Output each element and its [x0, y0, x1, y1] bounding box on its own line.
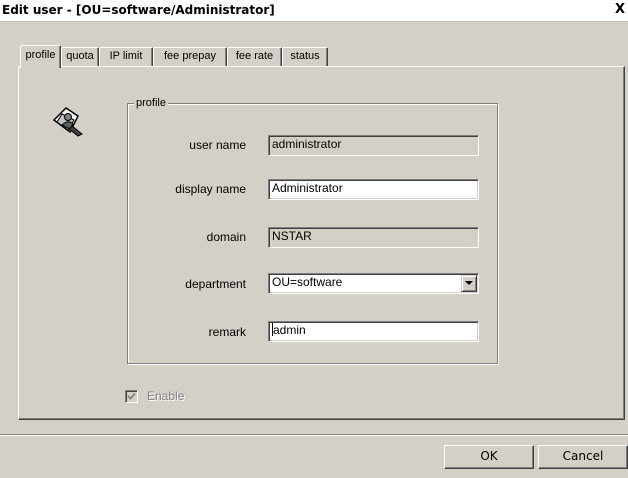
tab-fee-rate[interactable]: fee rate — [227, 47, 282, 66]
user-name-field[interactable]: administrator — [268, 135, 479, 156]
domain-field[interactable]: NSTAR — [268, 227, 479, 248]
display-name-field[interactable]: Administrator — [268, 179, 479, 200]
tab-ip-limit[interactable]: IP limit — [99, 47, 153, 66]
tab-profile[interactable]: profile — [20, 45, 61, 68]
remark-field[interactable]: admin — [268, 321, 479, 342]
title-bar[interactable]: Edit user - [OU=software/Administrator] … — [0, 0, 628, 22]
department-label: department — [185, 277, 246, 291]
tab-quota[interactable]: quota — [61, 47, 99, 66]
checkmark-icon — [127, 392, 136, 400]
remark-value: admin — [273, 323, 306, 337]
profile-group-label: profile — [134, 96, 168, 110]
domain-label: domain — [206, 230, 246, 244]
cancel-button[interactable]: Cancel — [538, 445, 628, 469]
ok-button[interactable]: OK — [444, 445, 534, 469]
display-name-label: display name — [175, 182, 246, 196]
chevron-down-icon[interactable] — [461, 275, 477, 292]
tab-fee-prepay[interactable]: fee prepay — [153, 47, 227, 66]
department-value: OU=software — [272, 275, 343, 289]
footer-separator — [0, 434, 628, 436]
user-edit-icon — [52, 107, 83, 137]
close-icon[interactable]: X — [612, 1, 628, 19]
edit-user-dialog: Edit user - [OU=software/Administrator] … — [0, 0, 628, 478]
tab-status[interactable]: status — [282, 47, 328, 66]
user-name-label: user name — [189, 138, 246, 152]
remark-label: remark — [208, 325, 246, 339]
window-title: Edit user - [OU=software/Administrator] — [2, 3, 275, 17]
department-select[interactable]: OU=software — [268, 273, 479, 294]
enable-checkbox[interactable] — [125, 390, 138, 403]
enable-label: Enable — [147, 389, 185, 403]
